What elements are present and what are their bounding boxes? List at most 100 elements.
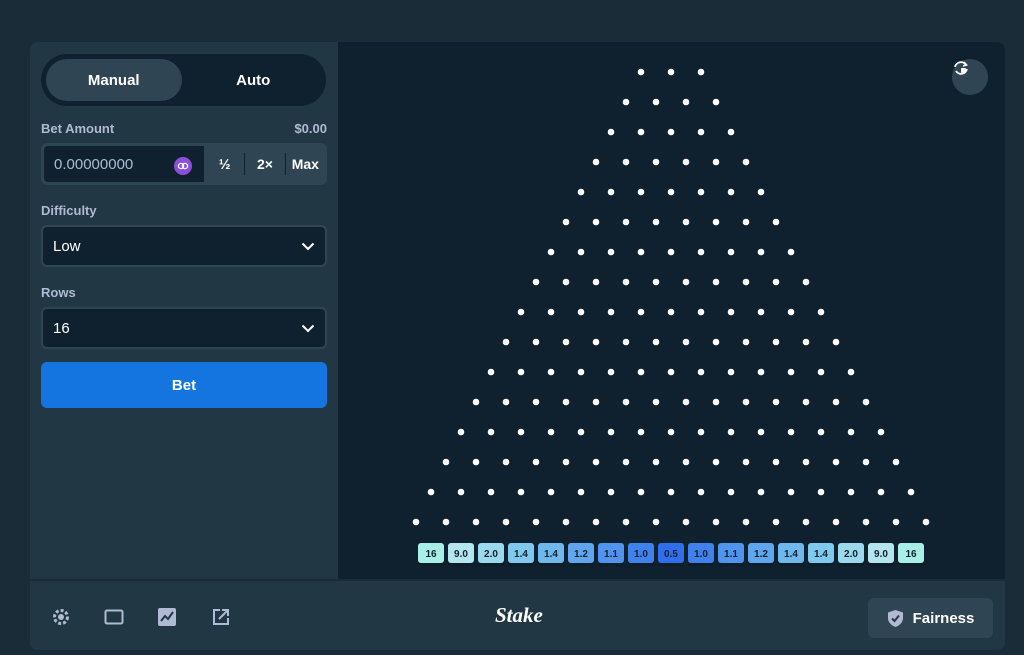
peg — [817, 488, 825, 496]
difficulty-label: Difficulty — [41, 203, 97, 218]
peg — [907, 488, 915, 496]
peg — [802, 458, 810, 466]
peg — [772, 218, 780, 226]
peg — [682, 218, 690, 226]
fairness-button[interactable]: Fairness — [868, 598, 993, 638]
peg — [652, 98, 660, 106]
multiplier-bucket: 9.0 — [868, 543, 894, 566]
stake-logo: Stake — [495, 603, 543, 627]
multiplier-label: 0.5 — [664, 549, 678, 560]
plinko-board: 16 9.0 2.0 1.4 1.4 1.2 1.1 1.0 0.5 1.0 1.1 1.2 1.4 1.… — [338, 42, 1005, 579]
peg — [847, 428, 855, 436]
peg — [847, 368, 855, 376]
peg — [682, 98, 690, 106]
peg — [667, 428, 675, 436]
peg — [742, 518, 750, 526]
game-footer: Stake Fairness — [30, 579, 1005, 650]
multiplier-bucket: 1.4 — [808, 543, 834, 566]
peg — [712, 158, 720, 166]
chevron-down-icon — [301, 242, 315, 250]
peg — [562, 218, 570, 226]
peg — [532, 338, 540, 346]
half-bet-button[interactable]: ½ — [205, 145, 244, 183]
peg — [892, 518, 900, 526]
multiplier-label: 1.4 — [814, 549, 828, 560]
peg — [757, 428, 765, 436]
live-stats-chart-icon[interactable] — [156, 606, 178, 628]
peg — [577, 368, 585, 376]
difficulty-select[interactable]: Low — [41, 225, 327, 267]
peg — [787, 368, 795, 376]
multiplier-label: 2.0 — [484, 549, 498, 560]
multiplier-label: 1.1 — [724, 549, 738, 560]
peg — [862, 458, 870, 466]
peg — [547, 488, 555, 496]
peg — [712, 458, 720, 466]
peg — [532, 278, 540, 286]
live-stats-button[interactable] — [952, 59, 988, 95]
chevron-down-icon — [301, 324, 315, 332]
popout-icon[interactable] — [210, 606, 232, 628]
peg — [667, 128, 675, 136]
multiplier-label: 1.2 — [754, 549, 768, 560]
peg — [712, 98, 720, 106]
peg — [727, 428, 735, 436]
rows-select[interactable]: 16 — [41, 307, 327, 349]
double-bet-button[interactable]: 2× — [245, 145, 284, 183]
peg — [877, 488, 885, 496]
peg — [832, 458, 840, 466]
peg — [712, 338, 720, 346]
multiplier-label: 1.0 — [634, 549, 648, 560]
multiplier-bucket: 16 — [898, 543, 924, 566]
peg — [607, 308, 615, 316]
peg — [607, 248, 615, 256]
max-bet-button[interactable]: Max — [286, 145, 325, 183]
peg — [712, 398, 720, 406]
peg — [682, 338, 690, 346]
peg — [757, 488, 765, 496]
peg — [607, 188, 615, 196]
peg — [622, 278, 630, 286]
game-frame: Manual Auto Bet Amount $0.00 ½ 2× Max — [30, 42, 1005, 650]
peg — [727, 488, 735, 496]
peg — [622, 518, 630, 526]
theatre-mode-icon[interactable] — [103, 606, 125, 628]
multiplier-label: 1.2 — [574, 549, 588, 560]
settings-gear-icon[interactable] — [50, 606, 72, 628]
peg — [697, 308, 705, 316]
multiplier-label: 9.0 — [454, 549, 468, 560]
peg — [697, 488, 705, 496]
manual-tab[interactable]: Manual — [46, 59, 182, 101]
peg — [532, 398, 540, 406]
peg — [547, 368, 555, 376]
multiplier-bucket: 1.4 — [778, 543, 804, 566]
peg — [727, 308, 735, 316]
peg — [757, 248, 765, 256]
multiplier-bucket: 1.1 — [598, 543, 624, 566]
bet-amount-input[interactable] — [54, 155, 174, 173]
peg — [637, 428, 645, 436]
peg — [877, 428, 885, 436]
peg — [562, 458, 570, 466]
bet-button[interactable]: Bet — [41, 362, 327, 408]
peg — [667, 488, 675, 496]
peg — [667, 368, 675, 376]
multiplier-bucket: 1.4 — [538, 543, 564, 566]
multiplier-bucket: 2.0 — [838, 543, 864, 566]
peg — [562, 278, 570, 286]
peg — [682, 158, 690, 166]
peg — [802, 398, 810, 406]
peg — [862, 398, 870, 406]
peg — [802, 338, 810, 346]
peg — [697, 428, 705, 436]
peg — [652, 338, 660, 346]
auto-tab[interactable]: Auto — [186, 59, 322, 101]
peg — [502, 398, 510, 406]
peg — [592, 218, 600, 226]
peg — [517, 428, 525, 436]
peg — [727, 368, 735, 376]
peg — [652, 398, 660, 406]
rows-label: Rows — [41, 285, 76, 300]
peg — [652, 278, 660, 286]
peg — [787, 308, 795, 316]
